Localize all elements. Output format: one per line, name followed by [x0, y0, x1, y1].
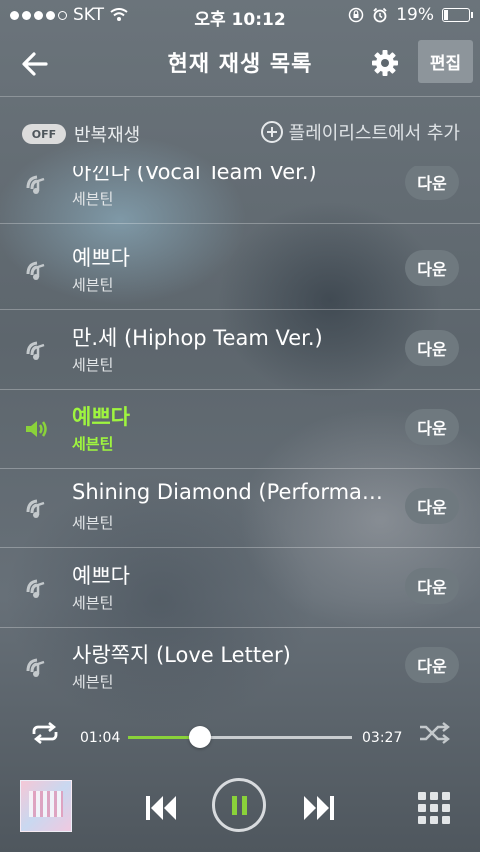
track-title: 사랑쪽지 (Love Letter)	[72, 643, 291, 667]
track-title: 예쁘다	[72, 405, 130, 429]
track-row[interactable]: 아낀다 (Vocal Team Ver.) 세븐틴 다운	[0, 166, 480, 224]
download-button[interactable]: 다운	[405, 409, 459, 445]
track-artist: 세븐틴	[72, 190, 114, 208]
track-artist: 세븐틴	[72, 673, 114, 691]
status-right: 19%	[348, 5, 473, 25]
edit-button[interactable]: 편집	[418, 40, 473, 83]
pause-button[interactable]	[212, 778, 266, 832]
add-from-playlist-label: 플레이리스트에서 추가	[288, 123, 460, 144]
page-title: 현재 재생 목록	[167, 52, 313, 77]
track-title: 아낀다 (Vocal Team Ver.)	[72, 166, 317, 184]
seek-thumb[interactable]	[188, 726, 211, 748]
status-bar: SKT 오후 10:12 19%	[0, 0, 480, 30]
download-button[interactable]: 다운	[405, 250, 459, 286]
plus-circle-icon	[260, 121, 283, 143]
track-row[interactable]: 만.세 (Hiphop Team Ver.) 세븐틴 다운	[0, 310, 480, 390]
repeat-label: 반복재생	[74, 125, 141, 146]
download-button[interactable]: 다운	[405, 568, 459, 604]
broadcast-icon	[26, 261, 45, 280]
seek-bar[interactable]	[128, 726, 352, 748]
total-time: 03:27	[362, 730, 403, 746]
battery-percent: 19%	[396, 5, 434, 25]
repeat-toggle[interactable]: OFF	[22, 124, 66, 144]
download-button[interactable]: 다운	[405, 647, 459, 683]
track-row-playing[interactable]: 예쁘다 세븐틴 다운	[0, 389, 480, 469]
download-button[interactable]: 다운	[405, 488, 459, 524]
add-from-playlist-button[interactable]: 플레이리스트에서 추가	[260, 119, 460, 145]
download-button[interactable]: 다운	[405, 166, 459, 200]
skip-next-icon[interactable]	[300, 794, 336, 822]
orientation-lock-icon	[348, 7, 364, 23]
speaker-icon	[26, 421, 47, 437]
track-title: 예쁘다	[72, 564, 130, 588]
track-title: 예쁘다	[72, 246, 130, 270]
track-artist: 세븐틴	[72, 594, 114, 612]
track-artist: 세븐틴	[72, 356, 114, 374]
progress-area: 01:04 03:27	[0, 694, 480, 772]
header: 현재 재생 목록 편집	[0, 30, 480, 96]
track-artist: 세븐틴	[72, 276, 114, 294]
track-artist: 세븐틴	[72, 514, 114, 532]
track-list: 아낀다 (Vocal Team Ver.) 세븐틴 다운 예쁘다 세븐틴 다운 …	[0, 166, 480, 694]
track-title: 만.세 (Hiphop Team Ver.)	[72, 326, 323, 350]
gear-icon[interactable]	[370, 48, 400, 78]
track-artist: 세븐틴	[72, 435, 114, 453]
track-row[interactable]: Shining Diamond (Performance Team Ver.) …	[0, 468, 480, 548]
shuffle-icon[interactable]	[418, 722, 452, 744]
broadcast-icon	[26, 579, 45, 598]
player-controls	[0, 772, 480, 852]
broadcast-icon	[26, 658, 45, 677]
current-time: 01:04	[80, 730, 121, 746]
track-row[interactable]: 예쁘다 세븐틴 다운	[0, 230, 480, 310]
broadcast-icon	[26, 499, 45, 518]
repeat-icon[interactable]	[28, 722, 62, 744]
alarm-icon	[373, 7, 387, 23]
track-title: Shining Diamond (Performance Team Ver.)	[72, 480, 388, 504]
playlist-toolbar: OFF 반복재생 플레이리스트에서 추가	[0, 96, 480, 167]
skip-previous-icon[interactable]	[144, 794, 180, 822]
track-row[interactable]: 사랑쪽지 (Love Letter) 세븐틴 다운	[0, 627, 480, 694]
grid-menu-icon[interactable]	[418, 792, 450, 824]
track-row[interactable]: 예쁘다 세븐틴 다운	[0, 548, 480, 628]
battery-icon	[442, 8, 473, 22]
album-thumbnail[interactable]	[20, 780, 72, 832]
broadcast-icon	[26, 341, 45, 360]
broadcast-icon	[26, 175, 45, 194]
download-button[interactable]: 다운	[405, 330, 459, 366]
